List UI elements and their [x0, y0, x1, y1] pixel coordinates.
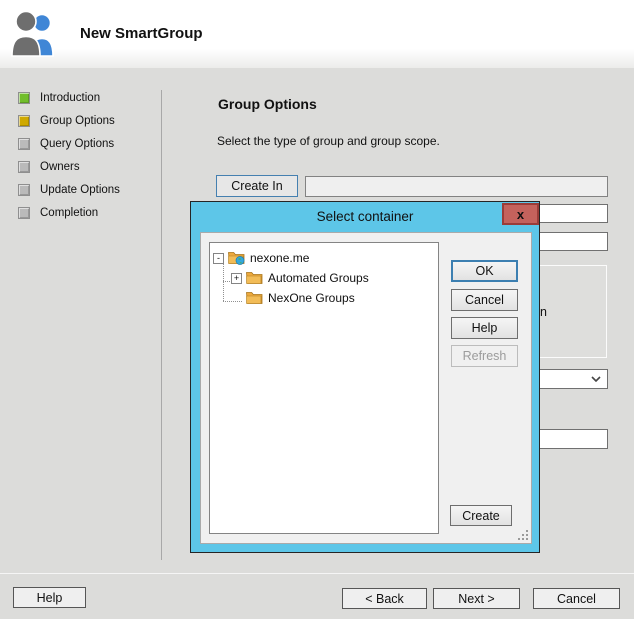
- expand-icon[interactable]: +: [231, 272, 242, 284]
- container-tree[interactable]: - nexone.me + Automated Groups NexOne Gr…: [209, 242, 439, 534]
- section-heading: Group Options: [218, 96, 317, 112]
- tree-item-automated-groups[interactable]: + Automated Groups: [210, 268, 438, 288]
- refresh-button[interactable]: Refresh: [451, 345, 518, 367]
- step-group-options: Group Options: [18, 109, 120, 132]
- help-button[interactable]: Help: [451, 317, 518, 339]
- next-button[interactable]: Next >: [433, 588, 520, 609]
- cancel-button[interactable]: Cancel: [451, 289, 518, 311]
- footer-divider: [0, 573, 634, 574]
- ok-button[interactable]: OK: [451, 260, 518, 282]
- create-in-button[interactable]: Create In: [216, 175, 298, 197]
- new-smartgroup-window: New SmartGroup Introduction Group Option…: [0, 0, 634, 619]
- status-square-pending: [18, 137, 30, 150]
- tree-item-label: Automated Groups: [268, 271, 369, 285]
- status-square-pending: [18, 160, 30, 173]
- tree-item-label: nexone.me: [250, 251, 310, 265]
- step-completion: Completion: [18, 201, 120, 224]
- obscured-label-fragment: n: [540, 305, 547, 319]
- status-square-pending: [18, 206, 30, 219]
- dialog-content: - nexone.me + Automated Groups NexOne Gr…: [200, 232, 532, 544]
- chevron-down-icon: [591, 376, 601, 382]
- create-button[interactable]: Create: [450, 505, 512, 526]
- step-owners: Owners: [18, 155, 120, 178]
- close-button[interactable]: x: [502, 203, 539, 225]
- status-square-pending: [18, 183, 30, 196]
- wizard-cancel-button[interactable]: Cancel: [533, 588, 620, 609]
- select-container-dialog: Select container x - nexone.me + Automat…: [190, 201, 540, 553]
- wizard-help-button[interactable]: Help: [13, 587, 86, 608]
- tree-item-nexone-groups[interactable]: NexOne Groups: [210, 288, 438, 308]
- collapse-icon[interactable]: -: [213, 252, 224, 264]
- close-icon: x: [516, 206, 525, 222]
- resize-grip-icon[interactable]: [518, 530, 528, 540]
- section-subtitle: Select the type of group and group scope…: [217, 134, 440, 148]
- domain-folder-icon: [228, 252, 245, 265]
- back-button[interactable]: < Back: [342, 588, 427, 609]
- status-square-complete: [18, 91, 30, 104]
- people-icon: [11, 10, 54, 57]
- folder-icon: [246, 272, 263, 284]
- create-in-path-field[interactable]: [305, 176, 608, 197]
- page-title: New SmartGroup: [80, 25, 203, 42]
- step-introduction: Introduction: [18, 86, 120, 109]
- tree-item-root[interactable]: - nexone.me: [210, 248, 438, 268]
- tree-item-label: NexOne Groups: [268, 291, 355, 305]
- status-square-current: [18, 114, 30, 127]
- step-query-options: Query Options: [18, 132, 120, 155]
- folder-icon: [246, 292, 263, 304]
- wizard-steps: Introduction Group Options Query Options…: [18, 86, 120, 224]
- window-header: New SmartGroup: [0, 0, 634, 68]
- step-update-options: Update Options: [18, 178, 120, 201]
- sidebar-divider: [161, 90, 162, 560]
- dialog-title: Select container: [316, 209, 414, 224]
